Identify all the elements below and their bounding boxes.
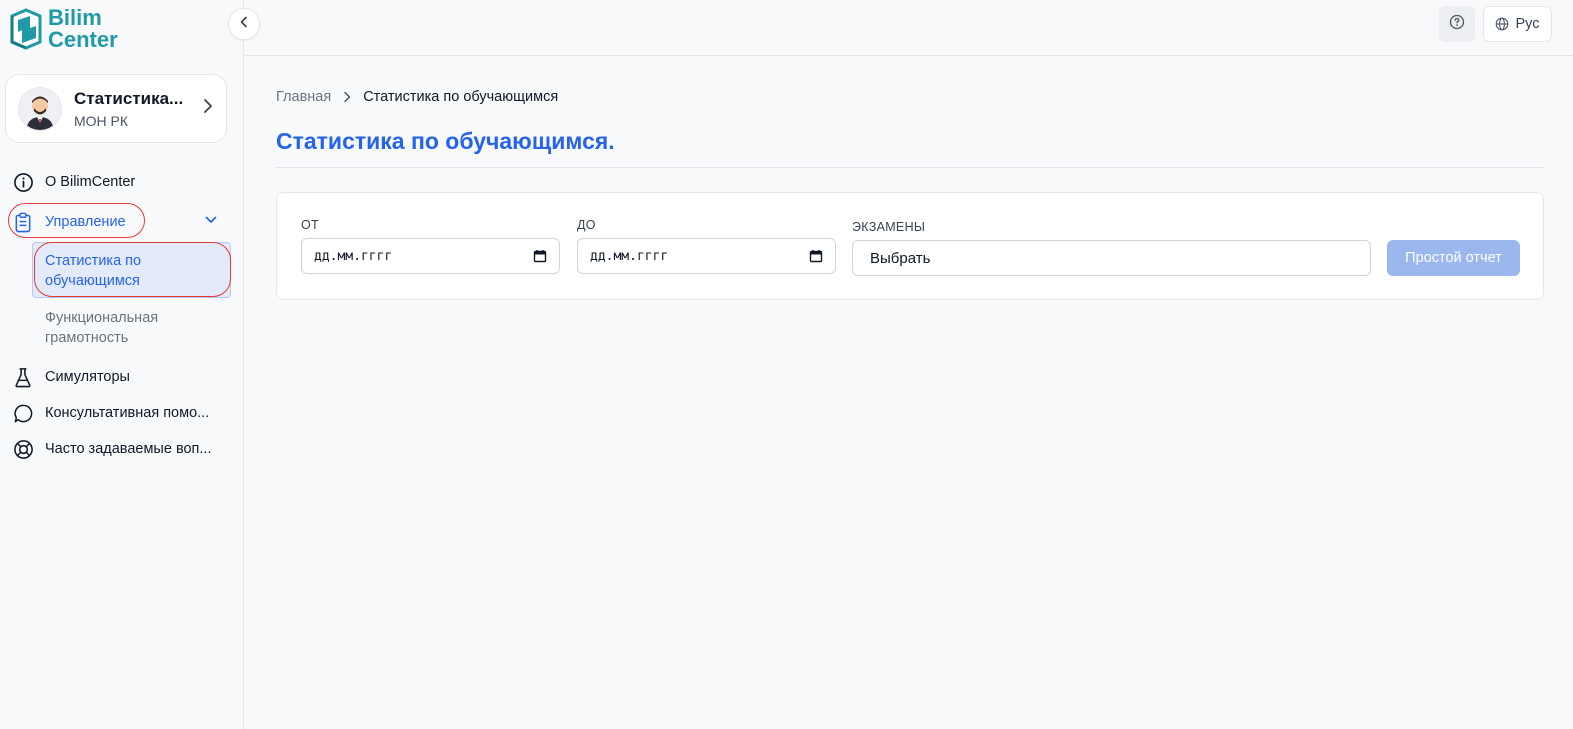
language-label: Рус bbox=[1515, 16, 1540, 32]
logo-text-line2: Center bbox=[48, 27, 118, 52]
logo-mark-icon bbox=[10, 8, 42, 50]
breadcrumb-home-link[interactable]: Главная bbox=[276, 89, 331, 105]
to-date-label: ДО bbox=[577, 218, 596, 232]
help-button[interactable] bbox=[1439, 6, 1475, 42]
title-divider bbox=[276, 167, 1544, 168]
profile-card[interactable]: Статистика... МОН РК bbox=[5, 74, 227, 143]
page-title: Статистика по обучающимся. bbox=[276, 128, 615, 154]
sidebar-item-label: Симуляторы bbox=[45, 369, 130, 385]
breadcrumb-current: Статистика по обучающимся bbox=[363, 89, 559, 105]
calendar-icon[interactable] bbox=[533, 249, 547, 263]
chevron-right-icon bbox=[202, 98, 214, 119]
from-date-label: ОТ bbox=[301, 218, 319, 232]
sidebar-item-label: Консультативная помо... bbox=[45, 405, 210, 421]
bilimcenter-logo[interactable]: Bilim Center bbox=[8, 6, 118, 52]
simple-report-button[interactable]: Простой отчет bbox=[1387, 240, 1520, 276]
sidebar-collapse-button[interactable] bbox=[228, 8, 260, 40]
to-date-placeholder: дд.мм.гггг bbox=[590, 248, 669, 264]
sidebar-item-label: О BilimCenter bbox=[45, 174, 136, 190]
avatar bbox=[18, 86, 62, 131]
sidebar-item-consulting[interactable]: Консультативная помо... bbox=[12, 401, 209, 425]
highlight-ring-management bbox=[8, 203, 145, 238]
chevron-right-icon bbox=[343, 91, 351, 103]
to-date-input[interactable]: дд.мм.гггг bbox=[577, 238, 836, 274]
question-circle-icon bbox=[1449, 14, 1465, 35]
sidebar: Bilim Center Статистика... МОН РК О Bili… bbox=[0, 0, 244, 729]
profile-name: Статистика... bbox=[74, 88, 184, 108]
sidebar-item-label: Часто задаваемые воп... bbox=[45, 441, 212, 457]
exams-label: ЭКЗАМЕНЫ bbox=[852, 220, 926, 234]
profile-org: МОН РК bbox=[74, 112, 129, 129]
lifebuoy-icon bbox=[12, 438, 34, 460]
from-date-input[interactable]: дд.мм.гггг bbox=[301, 238, 560, 274]
chevron-left-icon bbox=[239, 15, 249, 33]
logo-text-line1: Bilim bbox=[48, 5, 102, 30]
globe-icon bbox=[1495, 17, 1509, 31]
chevron-down-icon[interactable] bbox=[204, 213, 218, 232]
flask-icon bbox=[12, 366, 34, 388]
chat-bubble-icon bbox=[12, 402, 34, 424]
breadcrumb: Главная Статистика по обучающимся bbox=[276, 89, 558, 105]
sidebar-item-about[interactable]: О BilimCenter bbox=[12, 170, 135, 194]
language-selector[interactable]: Рус bbox=[1483, 6, 1552, 42]
sidebar-item-faq[interactable]: Часто задаваемые воп... bbox=[12, 437, 211, 461]
sidebar-subitem-functional-literacy[interactable]: Функциональная грамотность bbox=[45, 308, 225, 348]
sidebar-item-simulators[interactable]: Симуляторы bbox=[12, 365, 130, 389]
calendar-icon[interactable] bbox=[809, 249, 823, 263]
top-bar bbox=[244, 0, 1573, 56]
exams-select[interactable]: Выбрать bbox=[852, 240, 1371, 276]
from-date-placeholder: дд.мм.гггг bbox=[314, 248, 393, 264]
filter-panel: ОТ дд.мм.гггг ДО дд.мм.гггг ЭКЗАМЕНЫ Выб… bbox=[276, 192, 1544, 300]
highlight-ring-student-statistics bbox=[34, 242, 231, 297]
info-icon bbox=[12, 171, 34, 193]
